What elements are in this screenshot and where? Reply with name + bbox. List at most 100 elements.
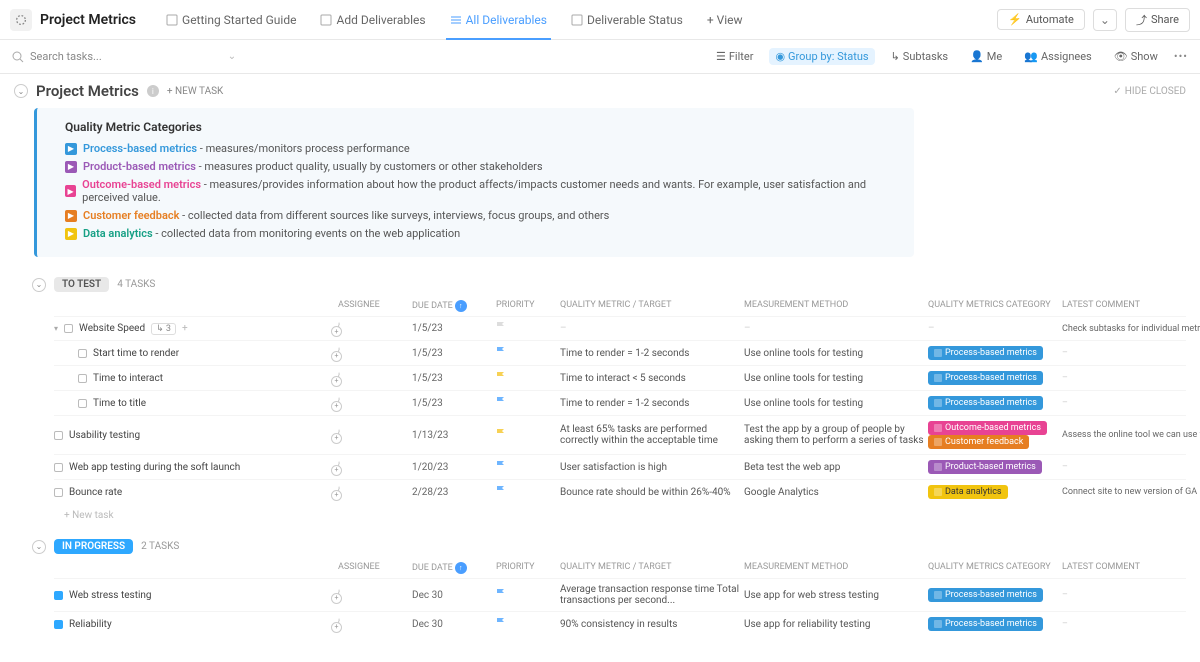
- priority-flag-icon[interactable]: [496, 589, 506, 599]
- comment-cell[interactable]: –: [1062, 619, 1200, 629]
- automate-button[interactable]: ⚡Automate: [997, 9, 1085, 30]
- status-checkbox[interactable]: [78, 399, 87, 408]
- new-task-button[interactable]: + NEW TASK: [167, 86, 223, 97]
- due-date-cell[interactable]: 1/5/23: [412, 398, 492, 409]
- category-badge[interactable]: Outcome-based metrics: [928, 421, 1047, 435]
- subtask-count[interactable]: ↳ 3: [151, 323, 176, 335]
- search-input[interactable]: Search tasks... ⌄: [12, 50, 236, 63]
- priority-flag-icon[interactable]: [496, 322, 506, 332]
- assignee-cell[interactable]: [338, 462, 408, 473]
- due-date-cell[interactable]: 1/5/23: [412, 348, 492, 359]
- measurement-cell[interactable]: Use online tools for testing: [744, 348, 924, 359]
- priority-cell[interactable]: [496, 322, 556, 335]
- metric-link[interactable]: Process-based metrics: [83, 142, 197, 155]
- task-row[interactable]: Time to title 1/5/23 Time to render = 1-…: [54, 390, 1186, 415]
- metric-link[interactable]: Customer feedback: [83, 209, 179, 222]
- col-measurement[interactable]: MEASUREMENT METHOD: [744, 300, 924, 312]
- priority-flag-icon[interactable]: [496, 461, 506, 471]
- metric-link[interactable]: Product-based metrics: [83, 160, 196, 173]
- comment-cell[interactable]: –: [1062, 462, 1200, 472]
- task-name-cell[interactable]: Time to interact: [54, 373, 334, 384]
- priority-cell[interactable]: [496, 347, 556, 360]
- metric-cell[interactable]: Average transaction response time Total …: [560, 584, 740, 606]
- col-category[interactable]: QUALITY METRICS CATEGORY: [928, 300, 1058, 312]
- assignee-cell[interactable]: [338, 619, 408, 630]
- category-cell[interactable]: Process-based metrics: [928, 396, 1058, 410]
- priority-cell[interactable]: [496, 589, 556, 602]
- assignee-placeholder-icon[interactable]: [338, 461, 340, 474]
- tab-add-deliverables[interactable]: Add Deliverables: [308, 0, 437, 39]
- priority-flag-icon[interactable]: [496, 397, 506, 407]
- category-cell[interactable]: Process-based metrics: [928, 346, 1058, 360]
- category-badge[interactable]: Process-based metrics: [928, 588, 1043, 602]
- category-badge[interactable]: Customer feedback: [928, 435, 1029, 449]
- task-row[interactable]: Reliability Dec 30 90% consistency in re…: [54, 611, 1186, 636]
- tab-deliverable-status[interactable]: Deliverable Status: [559, 0, 695, 39]
- due-date-cell[interactable]: Dec 30: [412, 590, 492, 601]
- col-due-date[interactable]: DUE DATE↑: [412, 300, 492, 312]
- task-name-cell[interactable]: Start time to render: [54, 348, 334, 359]
- comment-cell[interactable]: Connect site to new version of GA: [1062, 487, 1200, 497]
- col-measurement[interactable]: MEASUREMENT METHOD: [744, 562, 924, 574]
- measurement-cell[interactable]: Test the app by a group of people by ask…: [744, 424, 924, 446]
- assignee-placeholder-icon[interactable]: [338, 618, 340, 631]
- col-category[interactable]: QUALITY METRICS CATEGORY: [928, 562, 1058, 574]
- measurement-cell[interactable]: Use app for web stress testing: [744, 590, 924, 601]
- assignee-placeholder-icon[interactable]: [338, 397, 340, 410]
- task-name-cell[interactable]: ▾ Website Speed ↳ 3+: [54, 323, 334, 335]
- measurement-cell[interactable]: Use online tools for testing: [744, 398, 924, 409]
- task-name-cell[interactable]: Web stress testing: [54, 590, 334, 601]
- comment-cell[interactable]: Assess the online tool we can use for th…: [1062, 430, 1200, 440]
- task-row[interactable]: Bounce rate 2/28/23 Bounce rate should b…: [54, 479, 1186, 504]
- priority-flag-icon[interactable]: [496, 372, 506, 382]
- task-name-cell[interactable]: Time to title: [54, 398, 334, 409]
- col-comment[interactable]: LATEST COMMENT: [1062, 562, 1200, 574]
- comment-cell[interactable]: –: [1062, 348, 1200, 358]
- category-badge[interactable]: Process-based metrics: [928, 371, 1043, 385]
- due-date-cell[interactable]: 1/5/23: [412, 373, 492, 384]
- status-checkbox[interactable]: [54, 488, 63, 497]
- status-checkbox[interactable]: [78, 374, 87, 383]
- priority-cell[interactable]: [496, 461, 556, 474]
- col-priority[interactable]: PRIORITY: [496, 562, 556, 574]
- group-collapse-icon[interactable]: ⌄: [32, 278, 46, 292]
- due-date-cell[interactable]: 2/28/23: [412, 487, 492, 498]
- assignee-cell[interactable]: [338, 348, 408, 359]
- priority-cell[interactable]: [496, 429, 556, 442]
- metric-cell[interactable]: Time to interact < 5 seconds: [560, 373, 740, 384]
- collapse-all-icon[interactable]: ⌄: [14, 84, 28, 98]
- status-checkbox[interactable]: [54, 620, 63, 629]
- status-checkbox[interactable]: [54, 463, 63, 472]
- metric-cell[interactable]: At least 65% tasks are performed correct…: [560, 424, 740, 446]
- due-date-cell[interactable]: Dec 30: [412, 619, 492, 630]
- task-row[interactable]: Time to interact 1/5/23 Time to interact…: [54, 365, 1186, 390]
- measurement-cell[interactable]: Beta test the web app: [744, 462, 924, 473]
- due-date-cell[interactable]: 1/5/23: [412, 323, 492, 334]
- comment-cell[interactable]: –: [1062, 398, 1200, 408]
- status-checkbox[interactable]: [64, 324, 73, 333]
- add-subtask-icon[interactable]: +: [182, 323, 188, 334]
- priority-flag-icon[interactable]: [496, 429, 506, 439]
- assignee-placeholder-icon[interactable]: [338, 429, 340, 442]
- task-row[interactable]: Usability testing 1/13/23 At least 65% t…: [54, 415, 1186, 454]
- task-row[interactable]: Web stress testing Dec 30 Average transa…: [54, 578, 1186, 611]
- measurement-cell[interactable]: Use app for reliability testing: [744, 619, 924, 630]
- task-name-cell[interactable]: Reliability: [54, 619, 334, 630]
- status-checkbox[interactable]: [54, 591, 63, 600]
- category-badge[interactable]: Process-based metrics: [928, 617, 1043, 631]
- search-caret-icon[interactable]: ⌄: [228, 51, 236, 62]
- assignee-placeholder-icon[interactable]: [338, 486, 340, 499]
- col-metric[interactable]: QUALITY METRIC / TARGET: [560, 300, 740, 312]
- priority-cell[interactable]: [496, 397, 556, 410]
- measurement-cell[interactable]: Google Analytics: [744, 487, 924, 498]
- category-cell[interactable]: Data analytics: [928, 485, 1058, 499]
- category-cell[interactable]: Outcome-based metrics Customer feedback: [928, 421, 1058, 449]
- more-icon[interactable]: •••: [1174, 50, 1188, 63]
- metric-cell[interactable]: Time to render = 1-2 seconds: [560, 398, 740, 409]
- col-assignee[interactable]: ASSIGNEE: [338, 562, 408, 574]
- assignees-button[interactable]: 👥Assignees: [1018, 48, 1098, 65]
- task-row[interactable]: Start time to render 1/5/23 Time to rend…: [54, 340, 1186, 365]
- new-task-row[interactable]: + New task: [14, 504, 1186, 521]
- col-priority[interactable]: PRIORITY: [496, 300, 556, 312]
- assignee-placeholder-icon[interactable]: [338, 589, 340, 602]
